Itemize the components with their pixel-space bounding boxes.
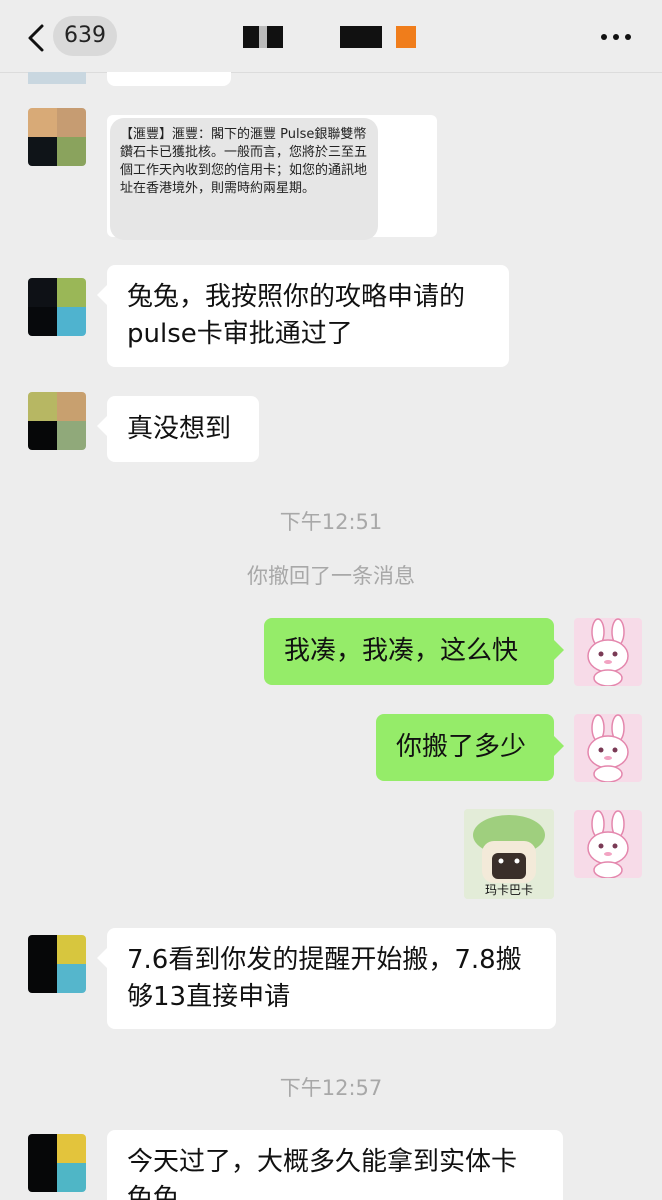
back-chevron-icon[interactable] (24, 23, 50, 53)
clipped-message (107, 72, 231, 86)
title-redacted-accent (396, 26, 416, 48)
bunny-icon (587, 618, 629, 686)
message-bubble-outgoing[interactable]: 你搬了多少 (376, 714, 564, 781)
message-bubble-incoming[interactable]: 今天过了，大概多久能拿到实体卡 兔兔 (107, 1130, 563, 1200)
my-avatar[interactable] (574, 810, 642, 878)
message-bubble-outgoing[interactable]: 我凑，我凑，这么快 (264, 618, 564, 685)
sms-text: 【滙豐】滙豐：閣下的滙豐 Pulse銀聯雙幣鑽石卡已獲批核。一般而言，您將於三至… (110, 118, 378, 240)
contact-avatar[interactable] (28, 392, 86, 450)
contact-avatar[interactable] (28, 935, 86, 993)
contact-avatar[interactable] (28, 108, 86, 166)
bunny-icon (587, 810, 629, 878)
message-bubble-incoming[interactable]: 真没想到 (97, 396, 259, 462)
contact-avatar[interactable] (28, 1134, 86, 1192)
sticker-caption: 玛卡巴卡 (484, 883, 533, 897)
my-avatar[interactable] (574, 618, 642, 686)
my-avatar[interactable] (574, 714, 642, 782)
bunny-icon (587, 714, 629, 782)
timestamp: 下午12:51 (279, 510, 383, 534)
chat-title-redacted-2 (340, 26, 382, 48)
sms-screenshot-image[interactable]: 【滙豐】滙豐：閣下的滙豐 Pulse銀聯雙幣鑽石卡已獲批核。一般而言，您將於三至… (107, 115, 437, 240)
timestamp: 下午12:57 (279, 1076, 383, 1100)
recall-notice: 你撤回了一条消息 (247, 564, 415, 588)
more-options-icon[interactable] (598, 26, 634, 46)
unread-count-badge[interactable]: 639 (53, 16, 117, 56)
message-bubble-incoming[interactable]: 7.6看到你发的提醒开始搬，7.8搬 够13直接申请 (97, 928, 556, 1029)
sticker-image[interactable]: 玛卡巴卡 (464, 809, 554, 899)
clipped-avatar (28, 72, 86, 84)
chat-header: 639 (0, 0, 662, 73)
contact-avatar[interactable] (28, 278, 86, 336)
message-bubble-incoming[interactable]: 兔兔，我按照你的攻略申请的 pulse卡审批通过了 (97, 265, 509, 367)
chat-title-redacted (243, 26, 283, 48)
